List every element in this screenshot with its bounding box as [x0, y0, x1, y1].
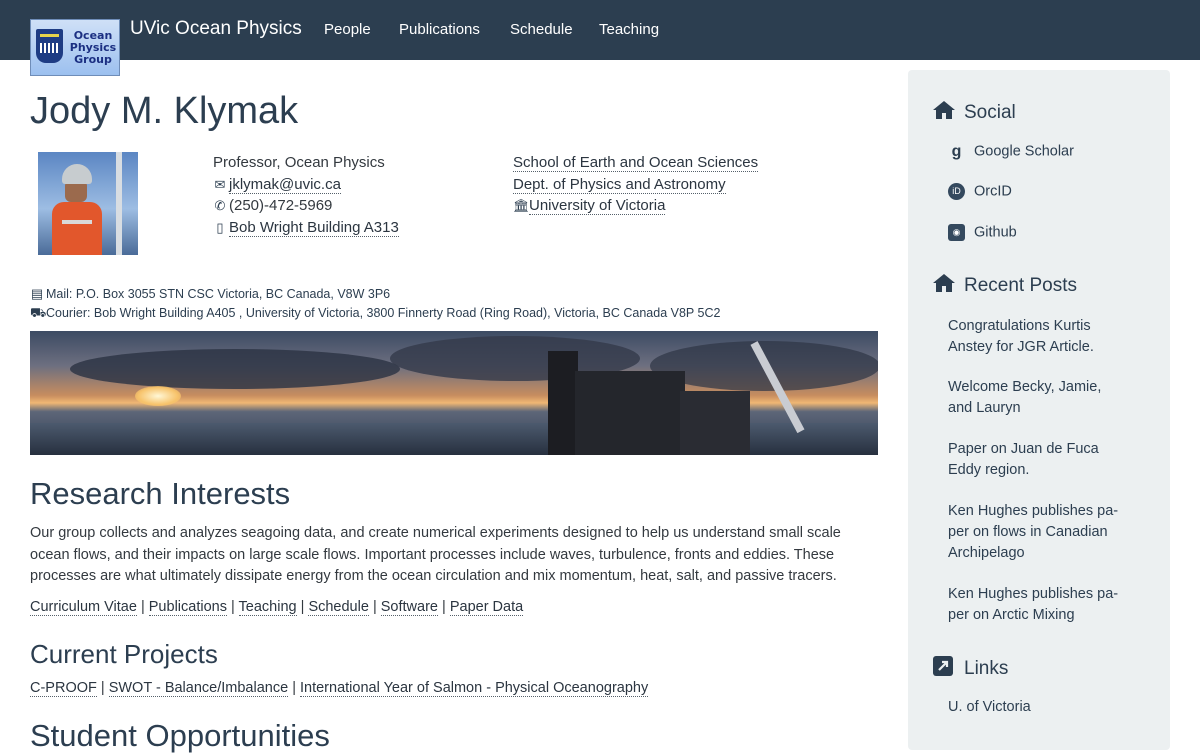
github-icon: ◉	[948, 224, 965, 241]
seos-link[interactable]: School of Earth and Ocean Sciences	[513, 154, 759, 172]
uvic-link[interactable]: University of Victoria	[529, 197, 666, 215]
truck-icon: ⛟	[30, 305, 47, 320]
social-heading: Social	[932, 100, 1016, 126]
contact-info: Professor, Ocean Physics ✉ jklymak@uvic.c…	[213, 152, 399, 238]
top-navbar: UVic Ocean Physics People Publications S…	[0, 0, 1200, 60]
id-card-icon: ▤	[30, 286, 44, 301]
recent-posts-heading: Recent Posts	[932, 273, 1077, 299]
paper-data-link[interactable]: Paper Data	[449, 599, 524, 616]
post-link-kurtis[interactable]: Congratulations Kurtis Anstey for JGR Ar…	[948, 316, 1128, 358]
nav-teaching[interactable]: Teaching	[599, 21, 659, 38]
email-link[interactable]: jklymak@uvic.ca	[229, 175, 341, 194]
google-scholar-icon: g	[951, 143, 962, 160]
student-opportunities-heading: Student Opportunities	[30, 718, 330, 753]
ocean-physics-logo[interactable]: Ocean Physics Group	[30, 19, 120, 76]
home-icon	[932, 100, 956, 126]
github-link[interactable]: ◉ Github	[948, 224, 1017, 241]
teaching-link[interactable]: Teaching	[238, 599, 297, 616]
sidebar: Social g Google Scholar iD OrcID ◉ Github R…	[908, 70, 1170, 750]
project-links: C-PROOF | SWOT - Balance/Imbalance | Int…	[30, 680, 649, 697]
research-description: Our group collects and analyzes seagoing…	[30, 525, 841, 584]
research-links: Curriculum Vitae | Publications | Teachi…	[30, 599, 524, 616]
building-icon: ▯	[216, 219, 224, 235]
projects-heading: Current Projects	[30, 639, 218, 669]
profile-photo	[38, 152, 138, 255]
home-icon	[932, 273, 956, 299]
institution-icon: 🏛	[513, 198, 530, 213]
post-link-arctic-mixing[interactable]: Ken Hughes publishes pa- per on Arctic M…	[948, 584, 1128, 626]
external-link-icon	[932, 655, 956, 683]
affiliations: School of Earth and Ocean Sciences Dept.…	[513, 152, 759, 217]
mail-address: ▤ Mail: P.O. Box 3055 STN CSC Victoria, B…	[30, 286, 391, 301]
orcid-link[interactable]: iD OrcID	[948, 183, 1012, 200]
logo-text: Ocean Physics Group	[69, 29, 117, 66]
envelope-icon: ✉	[214, 176, 226, 192]
brand-link[interactable]: UVic Ocean Physics	[130, 18, 302, 40]
physics-dept-link[interactable]: Dept. of Physics and Astronomy	[513, 175, 726, 194]
cv-link[interactable]: Curriculum Vitae	[30, 599, 137, 616]
uvic-sidebar-link[interactable]: U. of Victoria	[948, 699, 1031, 715]
post-link-juan-de-fuca[interactable]: Paper on Juan de Fuca Eddy region.	[948, 439, 1128, 481]
page-title: Jody M. Klymak	[30, 90, 299, 132]
orcid-icon: iD	[948, 183, 965, 200]
links-heading: Links	[932, 655, 1008, 683]
schedule-link[interactable]: Schedule	[308, 599, 369, 616]
ocean-sunset-banner	[30, 331, 878, 455]
crest-icon	[36, 29, 63, 63]
post-link-welcome[interactable]: Welcome Becky, Jamie, and Lauryn	[948, 377, 1128, 419]
publications-link[interactable]: Publications	[148, 599, 227, 616]
research-heading: Research Interests	[30, 476, 291, 511]
nav-publications[interactable]: Publications	[399, 21, 480, 38]
google-scholar-link[interactable]: g Google Scholar	[948, 143, 1074, 160]
nav-schedule[interactable]: Schedule	[510, 21, 573, 38]
office-link[interactable]: Bob Wright Building A313	[229, 218, 399, 237]
software-link[interactable]: Software	[380, 599, 438, 616]
post-link-archipelago[interactable]: Ken Hughes publishes pa- per on flows in…	[948, 501, 1128, 564]
phone-number: (250)-472-5969	[229, 197, 333, 214]
cproof-link[interactable]: C-PROOF	[30, 680, 97, 697]
phone-icon: ✆	[214, 198, 226, 213]
salmon-link[interactable]: International Year of Salmon - Physical …	[300, 680, 649, 697]
nav-people[interactable]: People	[324, 21, 371, 38]
job-title: Professor, Ocean Physics	[213, 154, 385, 171]
courier-address: ⛟Courier: Bob Wright Building A405 , Uni…	[30, 305, 720, 323]
swot-link[interactable]: SWOT - Balance/Imbalance	[108, 680, 289, 697]
